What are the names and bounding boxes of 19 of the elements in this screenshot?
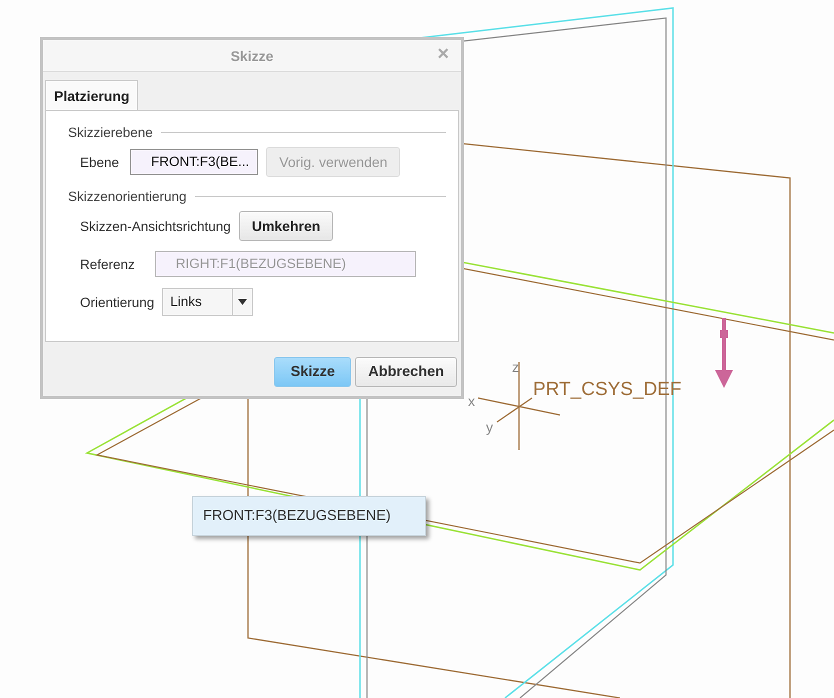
reference-field[interactable]: FRONT:F3(BE... — [130, 149, 258, 175]
axis-label: y — [486, 419, 493, 435]
tab[interactable]: Platzierung — [45, 80, 138, 110]
cancel-button[interactable]: Abbrechen — [355, 357, 457, 387]
field-label: Ebene — [80, 154, 120, 170]
dialog-title: Skizze — [230, 48, 274, 64]
ok-button[interactable]: Skizze — [274, 357, 352, 387]
field-label: Skizzen-Ansichtsrichtung — [80, 218, 231, 234]
field-label: Orientierung — [80, 294, 154, 310]
section-title: Skizzierebene — [68, 124, 153, 140]
action-button[interactable]: Umkehren — [238, 211, 334, 241]
direction-arrow-icon — [715, 318, 733, 388]
section-title: Skizzenorientierung — [68, 188, 187, 204]
dropdown[interactable]: Links — [162, 288, 254, 316]
field-label: Referenz — [80, 256, 135, 272]
tooltip: FRONT:F3(BEZUGSEBENE) — [192, 496, 426, 536]
axis-label: z — [512, 359, 519, 375]
axis-label: x — [468, 393, 475, 409]
dropdown-arrow-icon — [238, 299, 248, 305]
